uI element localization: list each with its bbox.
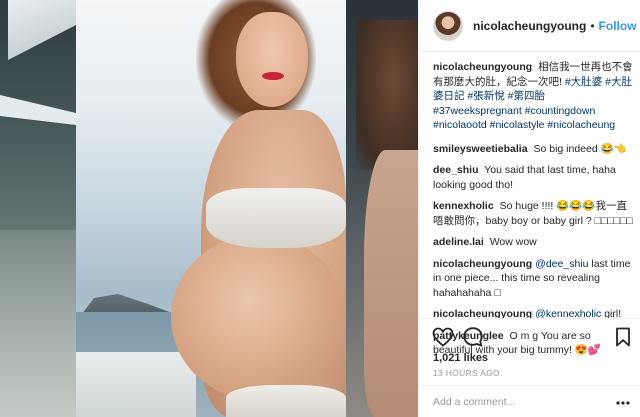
comment-mention[interactable]: @dee_shiu: [535, 258, 588, 270]
comment-input[interactable]: [433, 396, 603, 408]
caption: nicolacheungyoung 相信我一世再也不會有那麼大的肚，紀念一次吧!…: [433, 60, 633, 133]
photo-left-panel: [0, 0, 78, 417]
comment-username[interactable]: nicolacheungyoung: [433, 61, 532, 73]
photo-hair-blur: [356, 20, 418, 170]
like-count[interactable]: 1,021 likes: [433, 352, 488, 364]
list-item: smileysweetiebalia So big indeed 😂👈: [433, 142, 633, 157]
photo-face: [236, 12, 308, 107]
comment-username[interactable]: kennexholic: [433, 200, 494, 212]
photo-shade: [0, 230, 76, 417]
comment-icon[interactable]: [461, 325, 485, 349]
photo-belly: [171, 235, 346, 400]
post-timestamp[interactable]: 13 HOURS AGO: [433, 368, 500, 378]
photo-boat-rail: [76, 352, 196, 417]
follow-button[interactable]: Follow: [599, 19, 637, 33]
list-item: nicolacheungyoung @dee_shiu last time in …: [433, 257, 633, 301]
photo-beam: [8, 0, 78, 60]
photo-right-panel: [346, 0, 418, 417]
separator-dot: •: [590, 18, 595, 33]
comment-text: So big indeed 😂👈: [533, 142, 627, 155]
photo-center: [76, 0, 346, 417]
post-header: nicolacheungyoung • Follow: [419, 0, 640, 52]
photo-bandeau: [206, 188, 346, 248]
photo-lips: [262, 72, 284, 80]
list-item: kennexholic So huge !!!! 😂😂😂我一直唔敢問你，baby…: [433, 199, 633, 228]
post-actions: 1,021 likes 13 HOURS AGO: [419, 318, 640, 417]
header-username[interactable]: nicolacheungyoung: [473, 19, 586, 33]
more-options-icon[interactable]: [615, 396, 631, 410]
comment-text: Wow wow: [489, 236, 537, 248]
heart-icon[interactable]: [431, 325, 455, 349]
list-item: adeline.lai Wow wow: [433, 235, 633, 250]
list-item: dee_shiu You said that last time, haha l…: [433, 163, 633, 192]
bookmark-icon[interactable]: [611, 325, 635, 349]
add-comment-bar: [419, 385, 640, 417]
post-sidebar: nicolacheungyoung • Follow nicolacheungy…: [418, 0, 640, 417]
comment-username[interactable]: adeline.lai: [433, 236, 484, 248]
photo-skin-blur: [364, 150, 418, 417]
photo-bikini-bottom: [226, 385, 346, 417]
comment-username[interactable]: smileysweetiebalia: [433, 143, 528, 155]
post-photo[interactable]: [0, 0, 418, 417]
avatar[interactable]: [433, 10, 463, 41]
action-icons: [431, 325, 631, 349]
photo-beam: [0, 95, 76, 125]
comment-username[interactable]: nicolacheungyoung: [433, 258, 532, 270]
comment-username[interactable]: dee_shiu: [433, 164, 479, 176]
